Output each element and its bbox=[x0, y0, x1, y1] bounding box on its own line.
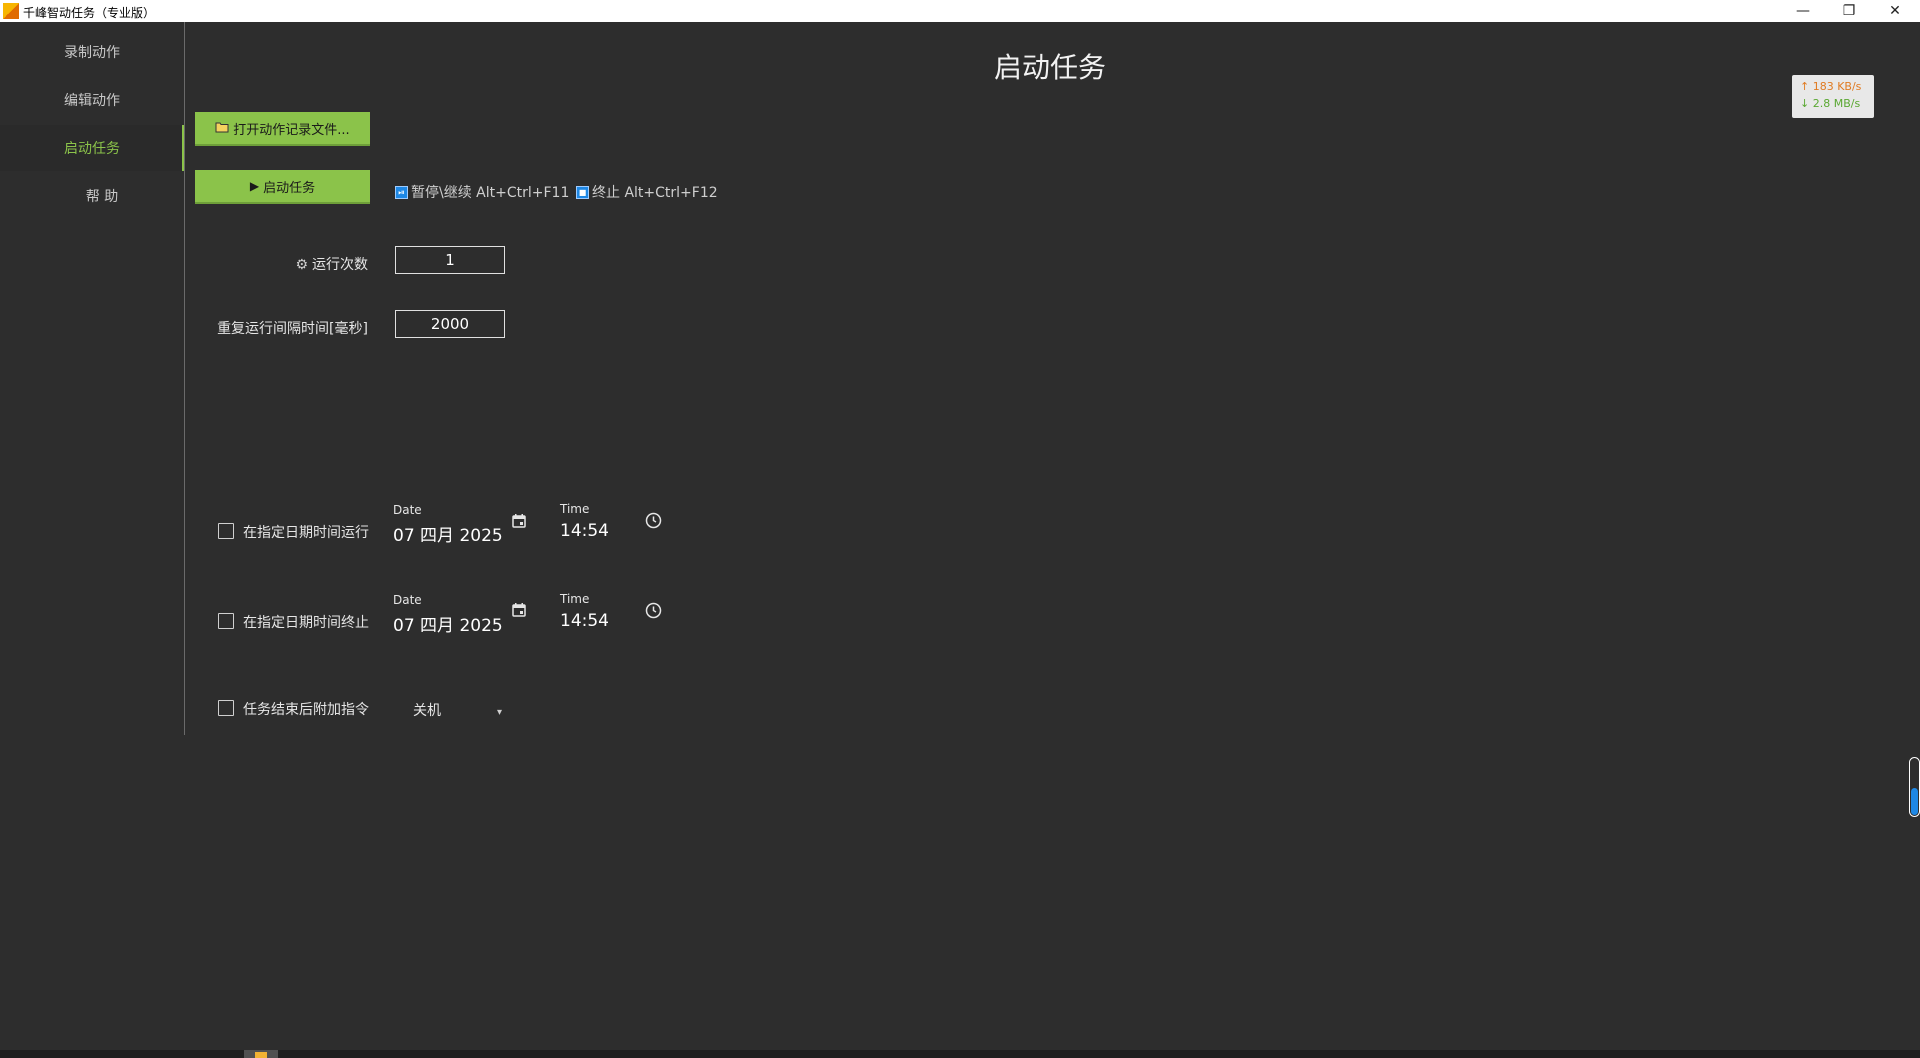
start-date-caption: Date bbox=[393, 503, 422, 517]
clock-icon[interactable] bbox=[645, 602, 662, 623]
stop-hotkey: ■ 终止 Alt+Ctrl+F12 bbox=[576, 182, 718, 202]
folder-icon bbox=[215, 121, 229, 136]
start-task-label: 启动任务 bbox=[263, 180, 316, 196]
stop-hotkey-label: 终止 Alt+Ctrl+F12 bbox=[592, 185, 718, 201]
sidebar-item-edit[interactable]: 编辑动作 bbox=[0, 77, 184, 123]
repeat-interval-label: 重复运行间隔时间[毫秒] bbox=[217, 321, 368, 337]
open-action-file-label: 打开动作记录文件... bbox=[233, 122, 350, 138]
sidebar-item-help[interactable]: 帮 助 bbox=[0, 173, 184, 219]
start-time-caption: Time bbox=[560, 502, 590, 516]
window-title: 千峰智动任务（专业版） bbox=[23, 6, 156, 20]
start-time-picker[interactable]: 14:54 bbox=[560, 521, 609, 541]
stop-date-picker[interactable]: 07 四月 2025 bbox=[393, 611, 503, 636]
calendar-icon[interactable] bbox=[511, 602, 527, 622]
repeat-interval-input[interactable]: 2000 bbox=[395, 310, 505, 338]
start-at-checkbox[interactable] bbox=[218, 523, 234, 539]
stop-time-caption: Time bbox=[560, 592, 590, 606]
network-speed-widget: ↑ 183 KB/s ↓ 2.8 MB/s bbox=[1792, 75, 1874, 118]
run-count-label-wrap: ⚙ 运行次数 bbox=[200, 254, 368, 274]
post-command-select[interactable]: 关机 ▾ bbox=[410, 696, 510, 724]
scroll-indicator-fill bbox=[1911, 788, 1918, 815]
title-bar: 千峰智动任务（专业版） — ❐ ✕ bbox=[0, 0, 1920, 22]
run-count-label: 运行次数 bbox=[312, 257, 368, 273]
post-command-label: 任务结束后附加指令 bbox=[243, 702, 369, 718]
open-action-file-button[interactable]: 打开动作记录文件... bbox=[195, 112, 370, 146]
pause-resume-icon: ⏯ bbox=[395, 185, 408, 199]
stop-date-caption: Date bbox=[393, 593, 422, 607]
stop-at-label: 在指定日期时间终止 bbox=[243, 615, 369, 631]
taskbar-strip bbox=[0, 1050, 1920, 1058]
stop-at-checkbox[interactable] bbox=[218, 613, 234, 629]
start-task-button[interactable]: ▶ 启动任务 bbox=[195, 170, 370, 204]
calendar-icon[interactable] bbox=[511, 513, 527, 533]
post-command-checkbox[interactable] bbox=[218, 700, 234, 716]
app-logo-icon bbox=[3, 3, 19, 19]
upload-speed: ↑ 183 KB/s bbox=[1800, 80, 1862, 93]
post-command-selected: 关机 bbox=[413, 703, 441, 719]
run-count-input[interactable]: 1 bbox=[395, 246, 505, 274]
start-at-label: 在指定日期时间运行 bbox=[243, 525, 369, 541]
stop-time-picker[interactable]: 14:54 bbox=[560, 611, 609, 631]
side-scroll-indicator[interactable] bbox=[1909, 757, 1920, 817]
stop-icon: ■ bbox=[576, 185, 589, 199]
pause-resume-hotkey-label: 暂停\继续 Alt+Ctrl+F11 bbox=[411, 185, 570, 201]
gear-icon: ⚙ bbox=[295, 257, 308, 273]
download-speed: ↓ 2.8 MB/s bbox=[1800, 97, 1861, 110]
chevron-down-icon: ▾ bbox=[497, 707, 503, 718]
restore-button[interactable]: ❐ bbox=[1826, 0, 1872, 22]
sidebar-nav: 录制动作 编辑动作 启动任务 帮 助 bbox=[0, 22, 185, 735]
pause-resume-hotkey: ⏯ 暂停\继续 Alt+Ctrl+F11 bbox=[395, 182, 569, 202]
sidebar-item-record[interactable]: 录制动作 bbox=[0, 29, 184, 75]
page-title: 启动任务 bbox=[993, 51, 1106, 84]
taskbar-app-button[interactable] bbox=[244, 1050, 278, 1058]
minimize-button[interactable]: — bbox=[1780, 0, 1826, 22]
clock-icon[interactable] bbox=[645, 512, 662, 533]
close-button[interactable]: ✕ bbox=[1872, 0, 1918, 22]
play-icon: ▶ bbox=[249, 179, 260, 193]
taskbar-folder-icon bbox=[255, 1052, 267, 1058]
sidebar-item-start-task[interactable]: 启动任务 bbox=[0, 125, 184, 171]
start-date-picker[interactable]: 07 四月 2025 bbox=[393, 521, 503, 546]
